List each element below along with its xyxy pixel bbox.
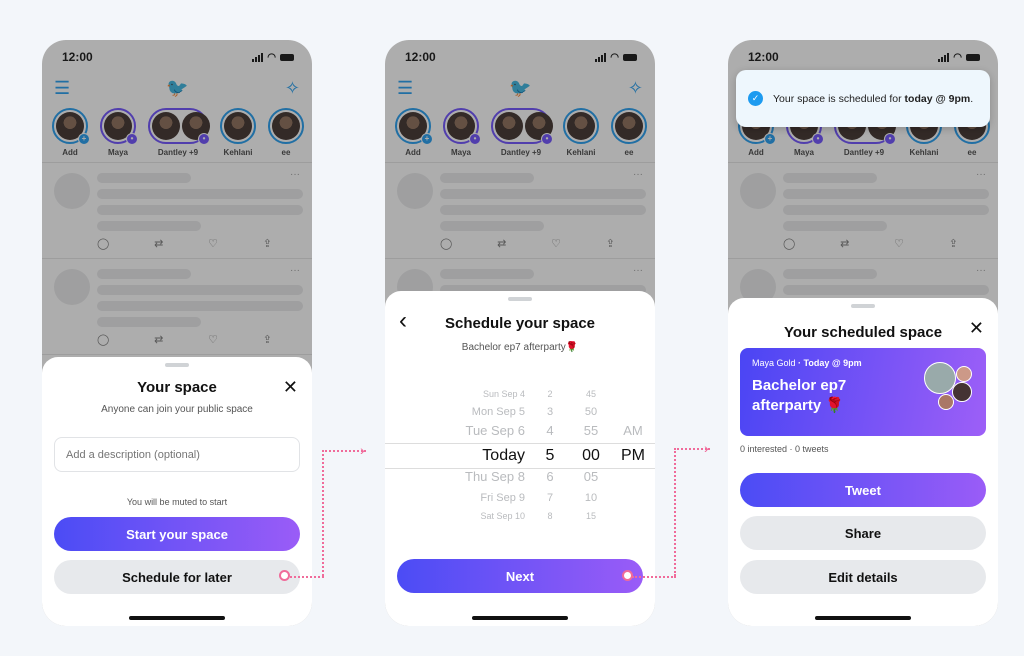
- toast-time: today @ 9pm: [904, 92, 971, 105]
- phone-scheduled: 12:00◠☰🐦✧+Add•Maya•Dantley +9Kehlaniee··…: [728, 40, 998, 626]
- picker-day: Thu Sep 8: [465, 468, 525, 484]
- scheduled-time: · Today @ 9pm: [795, 358, 862, 368]
- description-input[interactable]: [54, 437, 300, 472]
- picker-day: Mon Sep 5: [471, 406, 525, 418]
- start-space-sheet: Your space ✕ Anyone can join your public…: [42, 357, 312, 626]
- toast-message: Your space is scheduled for today @ 9pm.: [773, 92, 973, 106]
- picker-row[interactable]: Today 5 00 PM: [385, 443, 655, 469]
- home-indicator: [129, 616, 225, 620]
- picker-row[interactable]: Thu Sep 8 6 05: [385, 467, 655, 485]
- flow-connector: [674, 448, 710, 576]
- close-icon[interactable]: ✕: [969, 318, 984, 339]
- start-space-button[interactable]: Start your space: [54, 517, 300, 551]
- toast-end: .: [970, 92, 974, 105]
- picker-hour: 4: [546, 422, 554, 438]
- phone-schedule: 12:00 ◠ ☰ 🐦 ✧ + Add • Maya • Dantley +9 Kehlani ee ··…: [385, 40, 655, 626]
- home-indicator: [472, 616, 568, 620]
- sheet-title: Your space: [137, 379, 217, 396]
- edit-details-button[interactable]: Edit details: [740, 560, 986, 594]
- host-name: Maya Gold: [752, 358, 796, 368]
- picker-row[interactable]: Mon Sep 5 3 50: [385, 403, 655, 421]
- picker-minute: 05: [583, 468, 599, 484]
- sheet-title: Your scheduled space: [783, 324, 943, 341]
- scheduled-toast: ✓ Your space is scheduled for today @ 9p…: [736, 70, 990, 127]
- picker-hour: 5: [545, 447, 555, 464]
- participant-avatars: [924, 362, 974, 412]
- picker-hour: 3: [546, 406, 554, 418]
- sheet-handle[interactable]: [851, 304, 875, 308]
- check-icon: ✓: [748, 91, 763, 106]
- flow-connector: [632, 576, 676, 578]
- picker-day: Today: [482, 447, 525, 464]
- picker-hour: 7: [546, 492, 554, 504]
- schedule-later-button[interactable]: Schedule for later: [54, 560, 300, 594]
- space-card[interactable]: Maya Gold · Today @ 9pm Bachelor ep7 aft…: [740, 348, 986, 436]
- sheet-subtitle: Anyone can join your public space: [101, 404, 253, 415]
- picker-row[interactable]: Tue Sep 6 4 55 AM: [385, 421, 655, 439]
- picker-row[interactable]: Fri Sep 9 7 10: [385, 489, 655, 507]
- picker-row[interactable]: Sun Sep 4 2 45: [385, 385, 655, 403]
- picker-minute: 45: [585, 389, 596, 399]
- tweet-button[interactable]: Tweet: [740, 473, 986, 507]
- next-button[interactable]: Next: [397, 559, 643, 593]
- muted-note: You will be muted to start: [126, 497, 228, 507]
- connector-dot: [279, 570, 290, 581]
- space-stats: 0 interested · 0 tweets: [740, 444, 829, 454]
- picker-row[interactable]: Sat Sep 10 8 15: [385, 507, 655, 525]
- sheet-handle[interactable]: [165, 363, 189, 367]
- picker-minute: 50: [584, 406, 598, 418]
- picker-day: Tue Sep 6: [465, 422, 525, 438]
- picker-day: Sun Sep 4: [482, 389, 525, 399]
- phone-start-space: 12:00 ◠ ☰ 🐦 ✧ + Add • Maya • Dantley +9 Kehlani ee ··…: [42, 40, 312, 626]
- arrow-icon: ›: [360, 442, 365, 458]
- home-indicator: [815, 616, 911, 620]
- picker-minute: 00: [582, 447, 600, 464]
- close-icon[interactable]: ✕: [283, 377, 298, 398]
- flow-connector: [290, 576, 324, 578]
- scheduled-space-sheet: Your scheduled space ✕ Maya Gold · Today…: [728, 298, 998, 626]
- picker-minute: 10: [584, 492, 598, 504]
- picker-hour: 2: [547, 389, 553, 399]
- sheet-title: Schedule your space: [444, 315, 596, 332]
- flow-connector: [322, 450, 366, 576]
- picker-ampm: PM: [621, 447, 645, 464]
- arrow-icon: ›: [704, 440, 709, 456]
- picker-hour: 6: [546, 468, 554, 484]
- picker-minute: 15: [585, 511, 596, 521]
- picker-minute: 55: [583, 422, 599, 438]
- sheet-handle[interactable]: [508, 297, 532, 301]
- toast-text: Your space is scheduled for: [773, 92, 905, 105]
- picker-day: Fri Sep 9: [480, 492, 525, 504]
- back-icon[interactable]: ‹: [399, 307, 407, 335]
- date-time-picker[interactable]: Sun Sep 4 2 45 Mon Sep 5 3 50 Tue Sep 6 4 55 AM To…: [385, 385, 655, 521]
- space-name: Bachelor ep7 afterparty🌹: [461, 342, 579, 353]
- picker-hour: 8: [547, 511, 553, 521]
- schedule-sheet: ‹ Schedule your space Bachelor ep7 after…: [385, 291, 655, 626]
- space-title: Bachelor ep7 afterparty 🌹: [752, 377, 847, 414]
- connector-dot: [622, 570, 633, 581]
- share-button[interactable]: Share: [740, 516, 986, 550]
- picker-ampm: AM: [623, 422, 643, 438]
- picker-day: Sat Sep 10: [480, 511, 525, 521]
